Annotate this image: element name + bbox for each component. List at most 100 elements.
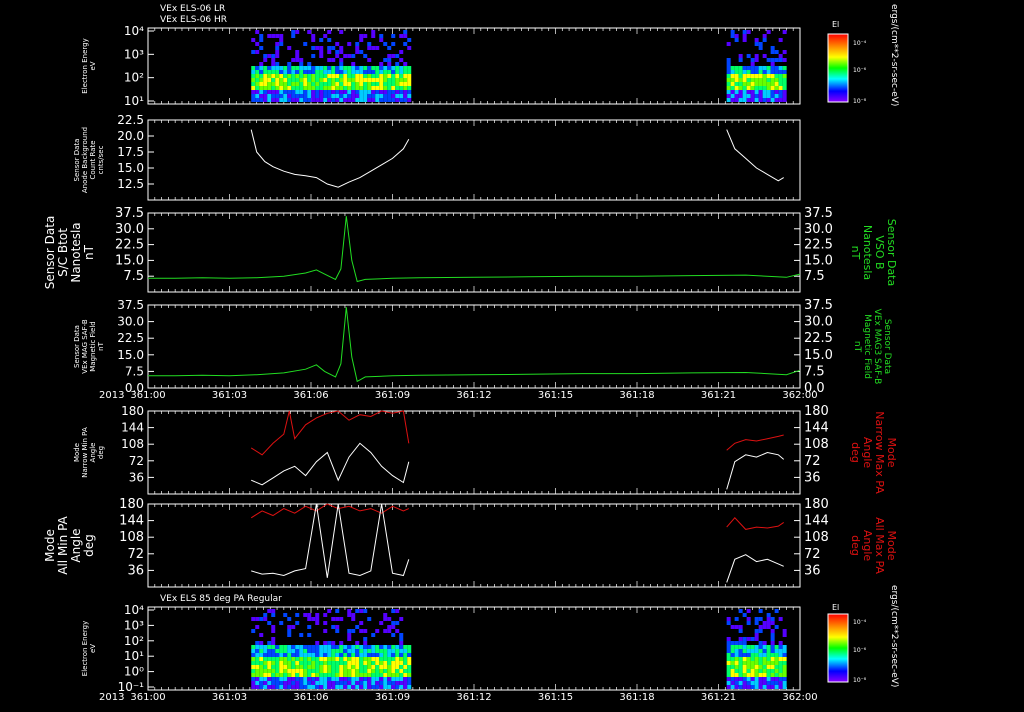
ytick-label-all-pa: 108 [119, 530, 144, 545]
spectrogram-cell [327, 46, 332, 50]
ylabel-line: eV [89, 644, 97, 653]
spectrogram-cell [307, 66, 312, 70]
spectrogram-cell [351, 62, 356, 66]
spectrogram-cell [311, 653, 316, 657]
spectrogram-cell [407, 661, 412, 665]
spectrogram-cell [746, 94, 751, 98]
spectrogram-cell [738, 673, 743, 677]
spectrogram-cell [267, 661, 272, 665]
spectrogram-cell [770, 673, 775, 677]
spectrogram-cell [283, 649, 288, 653]
spectrogram-cell [311, 90, 316, 94]
spectrogram-cell [379, 62, 384, 66]
spectrogram-cell [734, 685, 739, 689]
spectrogram-cell [383, 66, 388, 70]
spectrogram-cell [778, 649, 783, 653]
spectrogram-cell [255, 86, 260, 90]
spectrogram-cell [343, 661, 348, 665]
spectrogram-cell [375, 653, 380, 657]
spectrogram-cell [331, 70, 336, 74]
spectrogram-cell [758, 629, 763, 633]
spectrogram-cell [758, 90, 763, 94]
ytick-label-narrow-pa: 180 [121, 404, 144, 418]
spectrogram-cell [283, 645, 288, 649]
spectrogram-cell [363, 90, 368, 94]
spectrogram-cell [742, 665, 747, 669]
spectrogram-cell [315, 645, 320, 649]
spectrogram-cell [371, 90, 376, 94]
spectrogram-cell [339, 685, 344, 689]
spectrogram-cell [307, 677, 312, 681]
ylabel-right-line: deg [849, 535, 862, 556]
colorbar-bottom-tick-0: 10⁻⁴ [853, 619, 867, 626]
spectrogram-cell [291, 58, 296, 62]
spectrogram-cell [295, 645, 300, 649]
spectrogram-cell [339, 673, 344, 677]
spectrogram-cell [287, 78, 292, 82]
spectrogram-cell [738, 86, 743, 90]
spectrogram-cell [271, 62, 276, 66]
spectrogram-cell [315, 86, 320, 90]
spectrogram-cell [730, 625, 735, 629]
spectrogram-cell [279, 94, 284, 98]
spectrogram-cell [387, 78, 392, 82]
spectrogram-cell [742, 78, 747, 82]
spectrogram-cell [754, 669, 759, 673]
spectrogram-cell [379, 621, 384, 625]
spectrogram-cell [259, 78, 264, 82]
spectrogram-cell [371, 70, 376, 74]
spectrogram-cell [347, 66, 352, 70]
spectrogram-cell [275, 78, 280, 82]
spectrogram-cell [774, 649, 779, 653]
spectrogram-cell [263, 90, 268, 94]
spectrogram-cell [279, 34, 284, 38]
spectrogram-cell [315, 657, 320, 661]
spectrogram-cell [734, 82, 739, 86]
title-lr: VEx ELS-06 LR [160, 4, 225, 14]
spectrogram-cell [379, 665, 384, 669]
spectrogram-cell [255, 677, 260, 681]
spectrogram-cell [303, 645, 308, 649]
spectrogram-cell [379, 38, 384, 42]
spectrogram-cell [331, 617, 336, 621]
spectrogram-cell [279, 665, 284, 669]
spectrogram-cell [299, 661, 304, 665]
spectrogram-cell [295, 685, 300, 689]
spectrogram-cell [335, 82, 340, 86]
spectrogram-cell [730, 657, 735, 661]
spectrogram-cell [363, 94, 368, 98]
spectrogram-cell [387, 58, 392, 62]
spectrogram-cell [311, 38, 316, 42]
spectrogram-cell [766, 653, 771, 657]
spectrogram-cell [359, 645, 364, 649]
spectrogram-cell [738, 653, 743, 657]
spectrogram-cell [339, 617, 344, 621]
spectrogram-cell [395, 609, 400, 613]
spectrogram-cell [267, 653, 272, 657]
spectrogram-cell [770, 681, 775, 685]
spectrogram-cell [774, 86, 779, 90]
spectrogram-cell [762, 665, 767, 669]
spectrogram-cell [315, 677, 320, 681]
spectrogram-cell [758, 649, 763, 653]
spectrogram-cell [383, 86, 388, 90]
spectrogram-cell [407, 685, 412, 689]
spectrogram-cell [355, 70, 360, 74]
spectrogram-cell [303, 653, 308, 657]
spectrogram-cell [287, 653, 292, 657]
spectrogram-cell [395, 86, 400, 90]
spectrogram-cell [730, 653, 735, 657]
spectrogram-cell [367, 649, 372, 653]
spectrogram-cell [259, 685, 264, 689]
spectrogram-cell [327, 86, 332, 90]
spectrogram-cell [359, 621, 364, 625]
spectrogram-cell [371, 86, 376, 90]
spectrogram-cell [327, 657, 332, 661]
spectrogram-cell [750, 685, 755, 689]
spectrogram-cell [327, 38, 332, 42]
spectrogram-cell [331, 657, 336, 661]
ytick-label-anode-bg: 20.0 [117, 129, 144, 143]
spectrogram-cell [255, 661, 260, 665]
spectrogram-cell [371, 78, 376, 82]
spectrogram-cell [307, 94, 312, 98]
